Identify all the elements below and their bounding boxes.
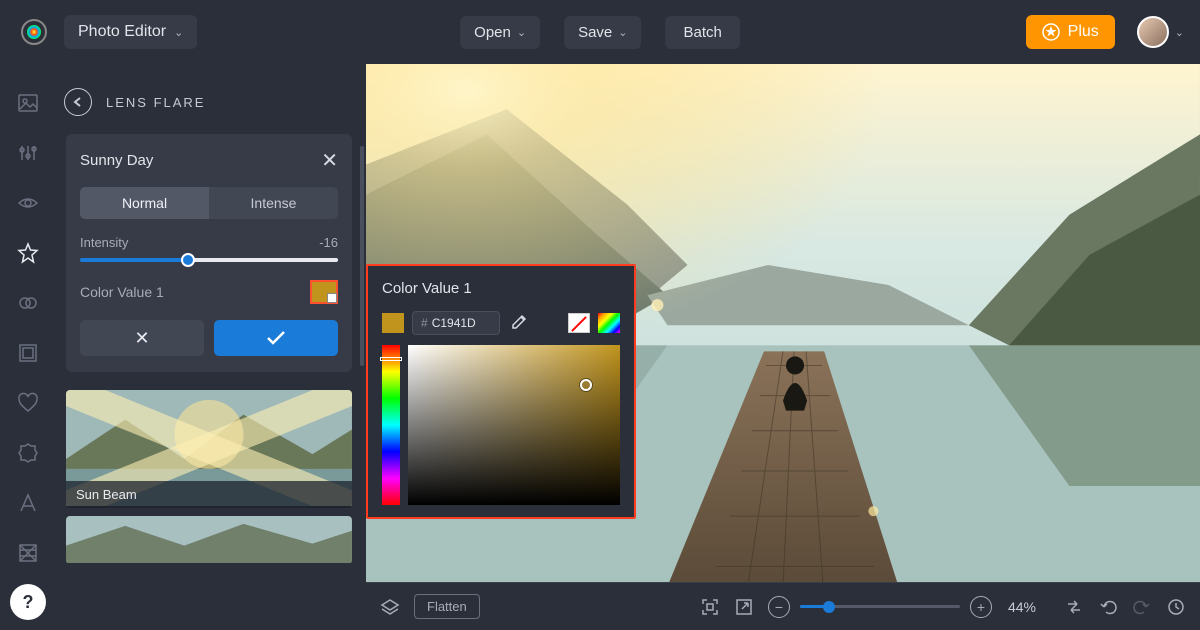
side-panel: LENS FLARE Sunny Day ✕ Normal Intense In… xyxy=(56,64,366,630)
zoom-percent: 44% xyxy=(1008,599,1036,615)
sv-thumb[interactable] xyxy=(580,379,592,391)
preset-name: Sunny Day xyxy=(80,152,153,169)
avatar xyxy=(1137,16,1169,48)
color-value-label: Color Value 1 xyxy=(80,284,164,300)
canvas[interactable]: Color Value 1 # C1941D xyxy=(366,64,1200,582)
zoom-out-button[interactable]: − xyxy=(768,596,790,618)
intensity-slider[interactable] xyxy=(80,258,338,262)
thumb-label: Sun Beam xyxy=(66,481,352,508)
compare-icon[interactable] xyxy=(1064,597,1084,617)
flatten-button[interactable]: Flatten xyxy=(414,594,480,619)
adjust-sliders-icon[interactable] xyxy=(17,142,39,164)
open-label: Open xyxy=(474,24,511,41)
apply-button[interactable] xyxy=(214,320,338,356)
help-button[interactable]: ? xyxy=(10,584,46,620)
hex-input[interactable]: # C1941D xyxy=(412,311,500,335)
eye-icon[interactable] xyxy=(17,192,39,214)
app-title-dropdown[interactable]: Photo Editor ⌄ xyxy=(64,15,197,49)
fit-screen-icon[interactable] xyxy=(700,597,720,617)
intensity-label: Intensity xyxy=(80,235,128,250)
star-icon xyxy=(1042,23,1060,41)
hex-value: C1941D xyxy=(432,316,476,330)
mode-normal-button[interactable]: Normal xyxy=(80,187,209,219)
history-icon[interactable] xyxy=(1166,597,1186,617)
overlays-icon[interactable] xyxy=(17,292,39,314)
back-button[interactable] xyxy=(64,88,92,116)
hue-thumb[interactable] xyxy=(380,357,402,361)
zoom-thumb[interactable] xyxy=(823,601,835,613)
preset-thumbnails: Sun Beam xyxy=(56,382,366,564)
color-picker-title: Color Value 1 xyxy=(382,280,620,297)
slider-thumb[interactable] xyxy=(181,253,195,267)
no-color-swatch[interactable] xyxy=(568,313,590,333)
layers-icon[interactable] xyxy=(380,597,400,617)
tool-rail: ? xyxy=(0,64,56,630)
palette-swatch[interactable] xyxy=(598,313,620,333)
mode-intense-button[interactable]: Intense xyxy=(209,187,338,219)
undo-icon[interactable] xyxy=(1098,597,1118,617)
zoom-in-button[interactable]: + xyxy=(970,596,992,618)
color-swatch-button[interactable] xyxy=(310,280,338,304)
saturation-value-field[interactable] xyxy=(408,345,620,505)
open-button[interactable]: Open ⌄ xyxy=(460,16,540,49)
preset-thumb-sun-beam[interactable]: Sun Beam xyxy=(66,390,352,508)
panel-title: LENS FLARE xyxy=(106,95,205,110)
app-title: Photo Editor xyxy=(78,23,166,41)
plus-upgrade-button[interactable]: Plus xyxy=(1026,15,1115,49)
effects-star-icon[interactable] xyxy=(17,242,39,264)
frame-icon[interactable] xyxy=(17,342,39,364)
zoom-slider[interactable] xyxy=(800,605,960,608)
preset-editor-card: Sunny Day ✕ Normal Intense Intensity -16… xyxy=(66,134,352,372)
heart-icon[interactable] xyxy=(17,392,39,414)
current-color-swatch[interactable] xyxy=(382,313,404,333)
text-tool-icon[interactable] xyxy=(17,492,39,514)
chevron-down-icon: ⌄ xyxy=(517,26,526,39)
scrollbar[interactable] xyxy=(360,146,364,366)
chevron-down-icon: ⌄ xyxy=(174,26,183,39)
texture-icon[interactable] xyxy=(17,542,39,564)
redo-icon[interactable] xyxy=(1132,597,1152,617)
cancel-button[interactable]: ✕ xyxy=(80,320,204,356)
save-button[interactable]: Save ⌄ xyxy=(564,16,641,49)
intensity-value: -16 xyxy=(319,235,338,250)
account-menu[interactable]: ⌄ xyxy=(1137,16,1184,48)
color-picker-popover: Color Value 1 # C1941D xyxy=(366,264,636,519)
bottombar: Flatten − + 44% xyxy=(366,582,1200,630)
topbar-center: Open ⌄ Save ⌄ Batch xyxy=(460,16,740,49)
expand-icon[interactable] xyxy=(734,597,754,617)
chevron-down-icon: ⌄ xyxy=(1175,26,1184,39)
badge-icon[interactable] xyxy=(17,442,39,464)
save-label: Save xyxy=(578,24,612,41)
plus-label: Plus xyxy=(1068,23,1099,41)
canvas-area: Color Value 1 # C1941D xyxy=(366,64,1200,630)
app-logo-icon[interactable] xyxy=(16,14,52,50)
close-icon[interactable]: ✕ xyxy=(321,148,338,173)
eyedropper-icon[interactable] xyxy=(508,313,528,333)
topbar: Photo Editor ⌄ Open ⌄ Save ⌄ Batch Plus xyxy=(0,0,1200,64)
image-tool-icon[interactable] xyxy=(17,92,39,114)
preset-thumb-partial[interactable] xyxy=(66,516,352,564)
hue-slider[interactable] xyxy=(382,345,400,505)
hex-hash: # xyxy=(421,316,428,330)
chevron-down-icon: ⌄ xyxy=(618,26,627,39)
batch-button[interactable]: Batch xyxy=(665,16,739,49)
mode-segment: Normal Intense xyxy=(80,187,338,219)
zoom-controls: − + 44% xyxy=(768,596,1036,618)
batch-label: Batch xyxy=(683,24,721,41)
